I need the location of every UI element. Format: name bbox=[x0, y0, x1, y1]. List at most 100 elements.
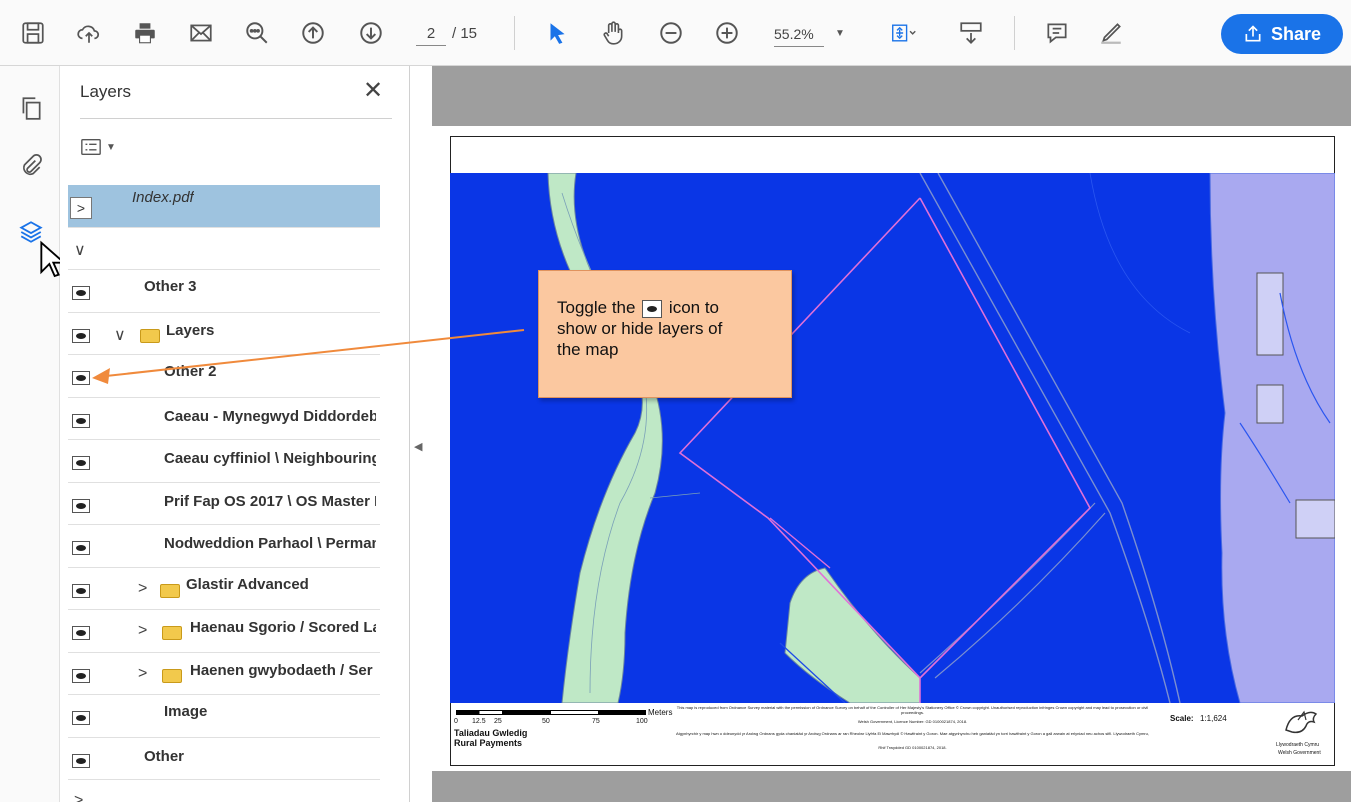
attachment-icon[interactable] bbox=[15, 150, 47, 182]
layer-row[interactable]: Nodweddion Parhaol \ Perman bbox=[68, 525, 380, 568]
eye-icon[interactable] bbox=[72, 413, 90, 428]
eye-icon[interactable] bbox=[72, 711, 90, 725]
layer-label: Haenau Sgorio / Scored La bbox=[190, 619, 376, 636]
layer-label: Glastir Advanced bbox=[186, 575, 309, 593]
layer-row[interactable]: Caeau - Mynegwyd Diddordeb bbox=[68, 398, 380, 440]
zoom-level-input[interactable]: 55.2% bbox=[774, 22, 824, 47]
gov-name-english: Welsh Government bbox=[1278, 750, 1321, 756]
folder-icon bbox=[140, 328, 160, 343]
scale-units: Meters bbox=[648, 708, 673, 717]
layer-label: Index.pdf bbox=[132, 189, 194, 206]
toolbar-divider bbox=[514, 16, 515, 50]
panel-divider bbox=[80, 118, 392, 119]
select-arrow-icon[interactable] bbox=[542, 18, 572, 48]
collapse-chevron-icon[interactable]: ∨ bbox=[74, 240, 86, 260]
page-up-icon[interactable] bbox=[298, 18, 328, 48]
org-name-welsh: Taliadau Gwledig bbox=[454, 728, 528, 738]
page-total: / 15 bbox=[452, 25, 478, 42]
scale-tick: 75 bbox=[592, 718, 600, 725]
eye-icon[interactable] bbox=[72, 668, 90, 683]
callout-text: show or hide layers of bbox=[557, 319, 723, 338]
layer-options-button[interactable]: ▼ bbox=[80, 134, 130, 160]
layer-row[interactable]: Other bbox=[68, 738, 380, 780]
zoom-dropdown-icon[interactable]: ▼ bbox=[835, 22, 845, 46]
layer-row-collapsed[interactable]: > bbox=[68, 780, 380, 802]
scale-label: Scale: bbox=[1170, 714, 1194, 723]
save-icon[interactable] bbox=[18, 18, 48, 48]
layer-row[interactable]: Prif Fap OS 2017 \ OS Master M bbox=[68, 483, 380, 525]
eye-icon[interactable] bbox=[72, 541, 90, 555]
share-icon bbox=[1245, 25, 1261, 42]
eye-icon[interactable] bbox=[72, 371, 90, 385]
email-icon[interactable] bbox=[186, 18, 216, 48]
tooltip-callout: Toggle the icon to show or hide layers o… bbox=[538, 270, 792, 398]
layer-row[interactable]: > Haenen gwybodaeth / Ser bbox=[68, 653, 380, 695]
folder-icon bbox=[160, 583, 180, 598]
copyright-english: This map is reproduced from Ordnance Sur… bbox=[676, 706, 1149, 715]
hand-icon[interactable] bbox=[598, 18, 628, 48]
eye-icon[interactable] bbox=[72, 753, 90, 768]
licence-english: Welsh Government, Licence Number: GD 010… bbox=[857, 720, 968, 724]
zoom-out-icon[interactable] bbox=[656, 18, 686, 48]
eye-icon[interactable] bbox=[72, 286, 90, 300]
layer-row[interactable]: Image bbox=[68, 695, 380, 738]
eye-icon[interactable] bbox=[72, 626, 90, 640]
layer-label: Caeau cyffiniol \ Neighbouring bbox=[164, 450, 376, 467]
page-down-icon[interactable] bbox=[356, 18, 386, 48]
layer-row[interactable]: ∨ Layers bbox=[68, 313, 380, 355]
page-number-input[interactable]: 2 bbox=[416, 22, 446, 46]
layer-label: Prif Fap OS 2017 \ OS Master M bbox=[164, 492, 376, 510]
zoom-search-icon[interactable] bbox=[242, 18, 272, 48]
scale-tick: 25 bbox=[494, 718, 502, 725]
scroll-mode-icon[interactable] bbox=[956, 18, 986, 48]
layer-row[interactable]: Other 2 bbox=[68, 355, 380, 398]
expand-chevron-icon[interactable]: > bbox=[138, 622, 147, 640]
eye-icon[interactable] bbox=[72, 328, 90, 343]
highlight-pen-icon[interactable] bbox=[1096, 18, 1126, 48]
pages-icon[interactable] bbox=[15, 92, 47, 124]
layer-row[interactable]: > Haenau Sgorio / Scored La bbox=[68, 610, 380, 653]
close-icon[interactable]: ✕ bbox=[360, 78, 386, 104]
eye-icon[interactable] bbox=[72, 456, 90, 470]
welsh-dragon-logo bbox=[1285, 710, 1318, 734]
print-icon[interactable] bbox=[130, 18, 160, 48]
expand-chevron-icon[interactable]: > bbox=[138, 580, 147, 598]
share-button[interactable]: Share bbox=[1221, 14, 1343, 54]
layer-label: Caeau - Mynegwyd Diddordeb bbox=[164, 407, 376, 425]
eye-icon bbox=[642, 299, 663, 318]
callout-text: the map bbox=[557, 340, 619, 359]
expand-chevron-icon[interactable]: > bbox=[70, 197, 92, 219]
collapse-chevron-icon[interactable]: ∨ bbox=[114, 325, 126, 345]
layer-label: Nodweddion Parhaol \ Perman bbox=[164, 535, 376, 552]
zoom-in-icon[interactable] bbox=[712, 18, 742, 48]
callout-text: icon to bbox=[668, 298, 720, 317]
layer-row-group[interactable]: ∨ bbox=[68, 228, 380, 270]
eye-icon[interactable] bbox=[72, 583, 90, 598]
layer-row[interactable]: > Glastir Advanced bbox=[68, 568, 380, 610]
layer-label: Image bbox=[164, 703, 208, 720]
layer-row[interactable]: Other 3 bbox=[68, 270, 380, 313]
layer-label: Other 2 bbox=[164, 363, 217, 380]
folder-icon bbox=[162, 668, 182, 683]
layer-row-root[interactable]: > Index.pdf bbox=[68, 185, 380, 228]
gov-name-welsh: Llywodraeth Cymru bbox=[1276, 742, 1320, 748]
map-legend: Meters 0 12.5 25 50 75 100 Taliadau Gwle… bbox=[450, 704, 1335, 766]
upload-icon[interactable] bbox=[74, 18, 104, 48]
expand-chevron-icon[interactable]: > bbox=[74, 792, 83, 802]
expand-chevron-icon[interactable]: > bbox=[138, 665, 147, 683]
share-label: Share bbox=[1270, 23, 1322, 44]
layer-list: > Index.pdf ∨ Other 3 ∨ Layers Other 2 C… bbox=[68, 185, 380, 802]
toolbar-divider bbox=[1014, 16, 1015, 50]
layer-label: Haenen gwybodaeth / Ser bbox=[190, 661, 373, 679]
scale-tick: 100 bbox=[636, 718, 648, 725]
collapse-panel-icon[interactable]: ◀ bbox=[414, 440, 422, 453]
copyright-welsh: Atgynhyrchir y map hwn o ddeunydd yr Aro… bbox=[676, 732, 1149, 736]
layer-label: Other 3 bbox=[144, 278, 197, 295]
scale-bar bbox=[456, 710, 646, 715]
chevron-down-icon: ▼ bbox=[106, 141, 116, 153]
layer-row[interactable]: Caeau cyffiniol \ Neighbouring bbox=[68, 440, 380, 483]
callout-text: Toggle the bbox=[557, 298, 636, 317]
comment-icon[interactable] bbox=[1042, 18, 1072, 48]
eye-icon[interactable] bbox=[72, 498, 90, 513]
fit-page-icon[interactable] bbox=[884, 18, 924, 48]
